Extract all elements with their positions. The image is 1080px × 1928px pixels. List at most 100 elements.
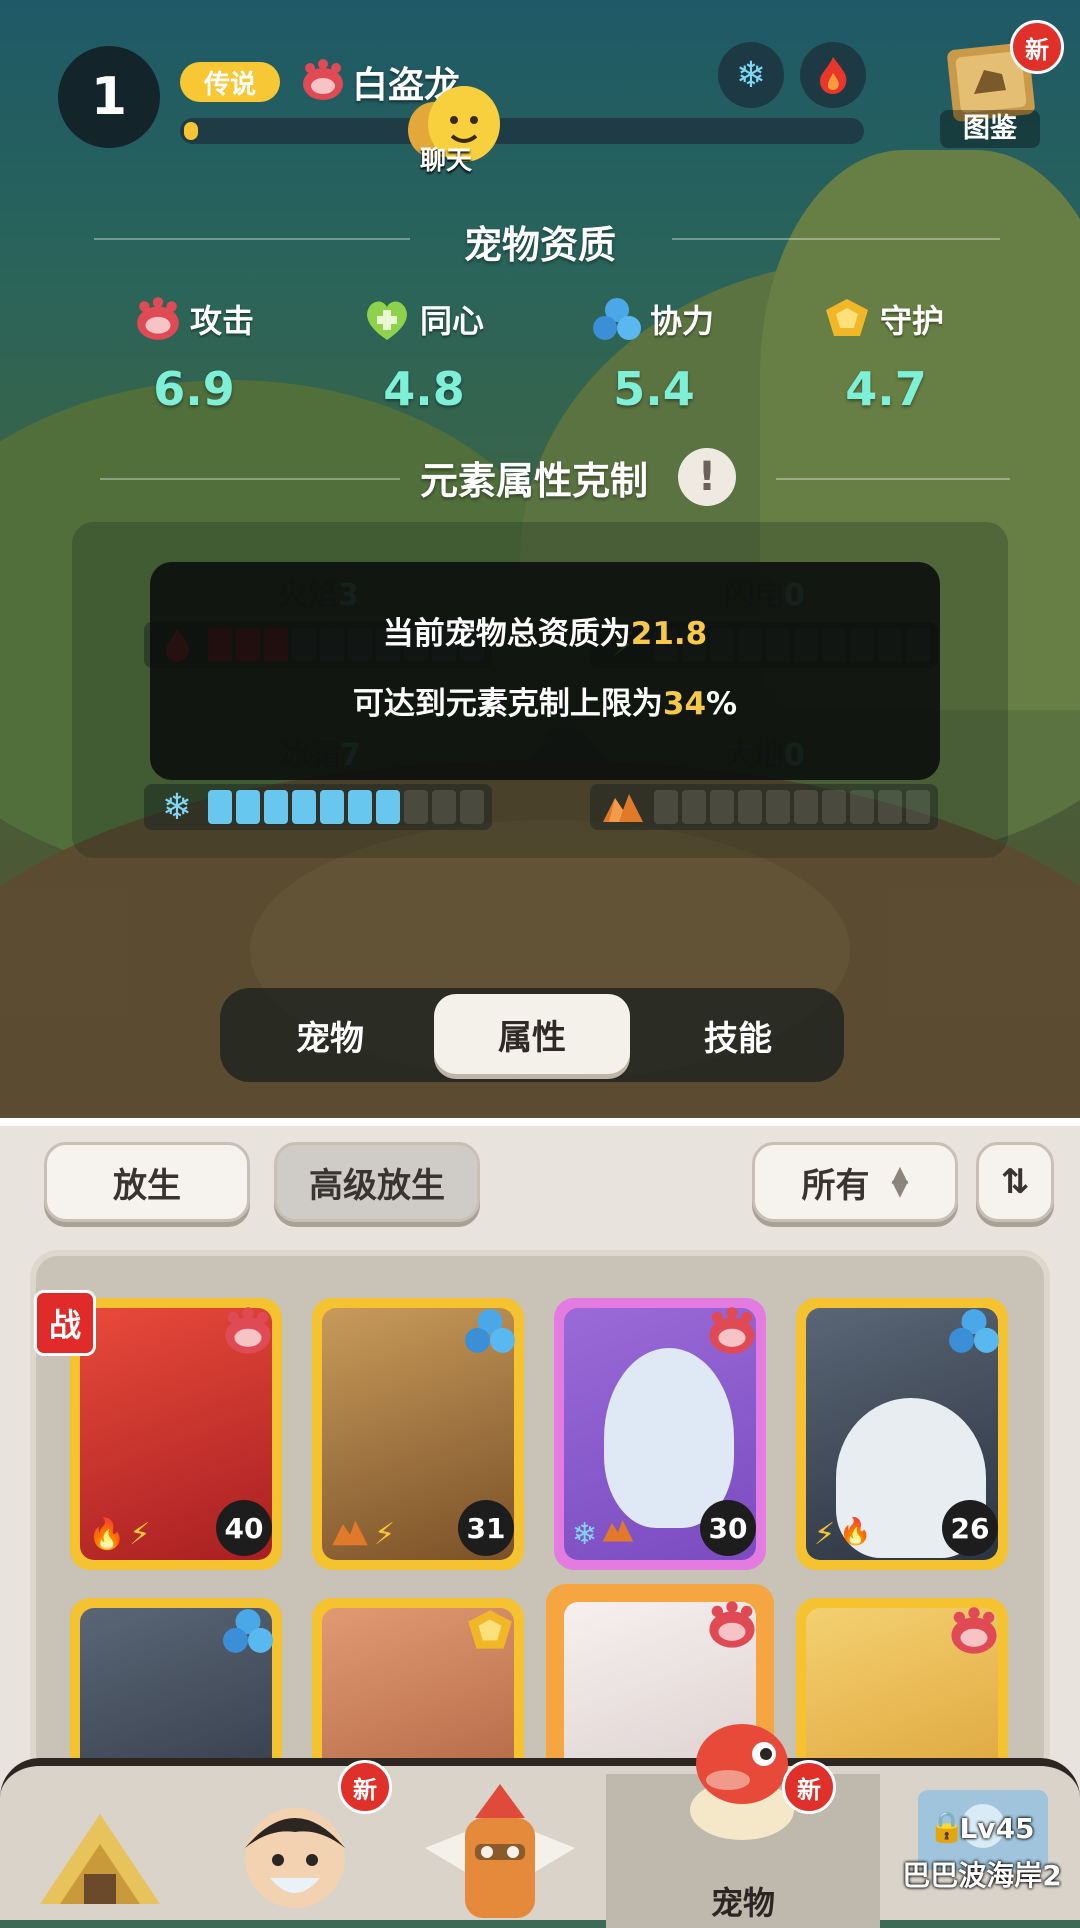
info-button[interactable]: ! [678,448,736,506]
pet-level: 40 [216,1500,272,1556]
lightning-icon: ⚡ [129,1517,151,1552]
nav-character-new-badge: 新 [338,1760,392,1814]
pet-elements: ⚡ 🔥 [814,1517,871,1552]
cooperation-icon [223,1609,273,1653]
element-segment [264,790,288,824]
element-segment [348,790,372,824]
pet-elements: ❄ [572,1517,635,1552]
element-segment [654,790,678,824]
filter-dropdown[interactable]: 所有 ▲ ▼ [752,1142,958,1222]
nav-pets-label: 宠物 [710,1884,775,1922]
rarity-badge: 传说 [180,62,280,102]
totem-icon [425,1784,575,1918]
earth-icon [332,1520,368,1546]
divider-right-2 [776,478,1010,480]
character-icon [245,1808,345,1908]
element-segment [850,790,874,824]
snowflake-icon: ❄ [735,54,767,96]
nav-hut[interactable] [20,1774,180,1928]
guard-icon [468,1610,512,1649]
tooltip-line-cap: 可达到元素克制上限为34% [352,686,738,722]
pet-card[interactable]: ❄ 30 [554,1298,766,1570]
element-ice-bar: ❄ [144,784,492,830]
nav-character[interactable]: 新 [214,1760,392,1928]
stat-empathy-value: 4.8 [383,362,465,416]
ice-element-button[interactable]: ❄ [718,42,784,108]
stat-cooperation-label: 协力 [650,302,715,340]
stat-guard: 守护 [822,296,944,342]
stat-empathy: 同心 [362,296,484,342]
element-segment [878,790,902,824]
flame-icon: 🔥 [839,1517,872,1547]
divider-right [672,238,1000,240]
stat-guard-label: 守护 [880,302,945,340]
nav-totem[interactable] [410,1774,590,1928]
pet-elements: ⚡ [330,1517,395,1552]
element-segment [710,790,734,824]
element-earth-bar [590,784,938,830]
element-segment [376,790,400,824]
filter-value: 所有 [801,1165,870,1206]
battle-badge: 战 [34,1290,96,1356]
aptitude-tooltip: 当前宠物总资质为21.8 可达到元素克制上限为34% [150,562,940,780]
codex-label[interactable]: 图鉴 [940,110,1040,148]
divider-left-2 [100,478,400,480]
cooperation-icon [593,298,641,340]
pet-level: 30 [700,1500,756,1556]
chat-label: 聊天 [420,146,473,176]
snowflake-icon: ❄ [572,1517,598,1552]
attack-claw-icon [303,59,343,100]
stat-attack-value: 6.9 [153,362,235,416]
dropdown-arrows-icon: ▲ ▼ [891,1162,909,1201]
pet-elements: 🔥 ⚡ [88,1517,150,1552]
nav-pets-new-badge: 新 [782,1760,836,1814]
pet-card[interactable]: ⚡ 31 [312,1298,524,1570]
flame-icon: 🔥 [88,1517,126,1552]
stat-attack: 攻击 [134,296,254,342]
pet-card[interactable]: 🔥 ⚡ 40 [70,1298,282,1570]
element-segment [320,790,344,824]
element-segment [794,790,818,824]
pet-level: 26 [942,1500,998,1556]
stat-attack-label: 攻击 [190,302,255,340]
aptitude-title: 宠物资质 [463,223,616,267]
attack-claw-icon [225,1307,271,1354]
element-segment [236,790,260,824]
hut-icon [40,1814,160,1904]
sort-button[interactable]: ⇅ [976,1142,1054,1222]
tab-pet[interactable]: 宠物 [240,988,420,1082]
nav-map-locked[interactable]: 🔒 Lv45 巴巴波海岸2 [884,1774,1080,1928]
stat-cooperation: 协力 [592,296,714,342]
lightning-icon: ⚡ [814,1517,836,1552]
flame-icon [820,57,847,94]
tab-attributes[interactable]: 属性 [434,994,630,1074]
element-segment [738,790,762,824]
release-button[interactable]: 放生 [44,1142,250,1222]
cooperation-icon [465,1309,515,1353]
advanced-release-button[interactable]: 高级放生 [274,1142,480,1222]
tab-skills[interactable]: 技能 [648,988,828,1082]
pet-level: 31 [458,1500,514,1556]
lightning-icon: ⚡ [374,1517,396,1552]
pet-level-badge: 1 [58,46,160,148]
stat-guard-value: 4.7 [845,362,927,416]
attack-claw-icon [709,1601,755,1648]
attack-claw-icon [137,297,179,340]
experience-bar [180,118,864,144]
fire-element-button[interactable] [800,42,866,108]
pet-card[interactable]: ⚡ 🔥 26 [796,1298,1008,1570]
map-name: 巴巴波海岸2 [902,1859,1062,1892]
stat-empathy-label: 同心 [420,302,485,340]
stat-cooperation-value: 5.4 [613,362,695,416]
cooperation-icon [949,1309,999,1353]
guard-icon [826,299,868,336]
attack-claw-icon [709,1307,755,1354]
element-segment [292,790,316,824]
experience-bar-fill [184,122,198,140]
sort-icon: ⇅ [1000,1162,1030,1202]
nav-pets[interactable]: 宠物 新 [606,1724,880,1928]
element-restraint-title: 元素属性克制 [420,459,649,503]
element-segment [766,790,790,824]
codex-new-badge: 新 [1010,20,1064,74]
map-level-requirement: Lv45 [959,1812,1035,1845]
